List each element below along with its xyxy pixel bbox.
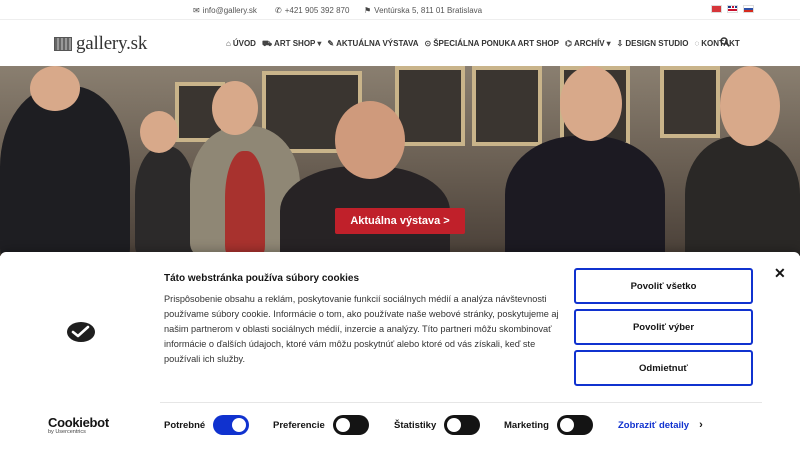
person-head — [335, 101, 405, 179]
cookiebot-brand-name: Cookiebot — [48, 415, 109, 430]
wall-painting — [660, 66, 720, 138]
close-icon[interactable]: ✕ — [774, 265, 786, 282]
flag-en-icon[interactable] — [727, 5, 738, 13]
download-icon: ⇩ — [616, 38, 624, 48]
nav-item-specialna-ponuka[interactable]: ⊙ ŠPECIÁLNA PONUKA ART SHOP — [424, 39, 559, 48]
nav-item-label: ŠPECIÁLNA PONUKA ART SHOP — [433, 39, 559, 48]
toggle-knob — [232, 418, 247, 432]
person-head — [720, 66, 780, 146]
flag-cz-icon[interactable] — [711, 5, 722, 13]
toggle-label: Potrebné — [164, 419, 206, 431]
phone-icon: ✆ — [275, 5, 282, 15]
toggle-marketing: Marketing — [504, 415, 593, 435]
site-logo[interactable]: gallery.sk — [54, 33, 147, 55]
wall-painting — [395, 66, 465, 146]
nav-item-label: ÚVOD — [232, 39, 256, 48]
cookie-description: Prispôsobenie obsahu a reklám, poskytova… — [164, 294, 559, 364]
person-head — [140, 111, 178, 153]
logo-text: gallery.sk — [76, 33, 148, 54]
wall-painting — [472, 66, 542, 146]
person-figure — [135, 146, 195, 256]
cookie-consent-banner: Táto webstránka používa súbory cookies P… — [0, 252, 800, 450]
toggle-label: Štatistiky — [394, 419, 437, 431]
person-head — [560, 66, 622, 141]
toggle-preferences: Preferencie — [273, 415, 369, 435]
brush-icon: ✎ — [327, 38, 335, 48]
person-head — [30, 66, 80, 111]
cookie-title: Táto webstránka používa súbory cookies — [164, 273, 360, 284]
contact-address: ⚑ Ventúrska 5, 811 01 Bratislava — [364, 6, 482, 15]
flag-sk-icon[interactable] — [743, 5, 754, 13]
nav-item-label: AKTUÁLNA VÝSTAVA — [336, 39, 419, 48]
envelope-icon: ✉ — [193, 5, 200, 15]
nav-item-kontakt[interactable]: ◌ KONTAKT — [694, 39, 739, 48]
bank-icon: ⌬ — [564, 38, 572, 48]
person-figure — [505, 136, 665, 256]
main-navbar: gallery.sk ⌂ ÚVOD ⛟ ART SHOP ▾ ✎ AKTUÁLN… — [0, 20, 800, 66]
toggle-switch-necessary[interactable] — [213, 415, 250, 435]
cookiebot-brand[interactable]: Cookiebot by Usercentrics — [48, 415, 109, 435]
nav-item-uvod[interactable]: ⌂ ÚVOD — [226, 39, 256, 48]
nav-item-art-shop[interactable]: ⛟ ART SHOP ▾ — [262, 39, 321, 48]
chat-icon: ◌ — [694, 38, 700, 48]
nav-menu: ⌂ ÚVOD ⛟ ART SHOP ▾ ✎ AKTUÁLNA VÝSTAVA ⊙… — [226, 39, 740, 48]
nav-item-archiv[interactable]: ⌬ ARCHÍV ▾ — [565, 39, 611, 48]
flag-icon: ⚑ — [364, 5, 372, 15]
person-head — [212, 81, 258, 135]
contact-address-text: Ventúrska 5, 811 01 Bratislava — [374, 6, 483, 15]
toggle-label: Preferencie — [273, 419, 325, 431]
divider — [160, 402, 762, 403]
language-switcher — [711, 5, 754, 13]
toggle-statistics: Štatistiky — [394, 415, 481, 435]
show-details-link[interactable]: Zobraziť detaily › — [618, 419, 703, 431]
current-exhibition-button[interactable]: Aktuálna výstava > — [335, 208, 465, 234]
search-icon[interactable] — [720, 37, 730, 50]
play-circle-icon: ⊙ — [424, 38, 432, 48]
toggle-knob — [447, 418, 462, 432]
nav-item-label: ARCHÍV — [573, 39, 605, 48]
contact-bar: ✉ info@gallery.sk ✆ +421 905 392 870 ⚑ V… — [0, 0, 800, 20]
allow-all-button[interactable]: Povoliť všetko — [574, 268, 753, 304]
nav-item-label: ART SHOP — [274, 39, 316, 48]
toggle-necessary: Potrebné — [164, 415, 250, 435]
toggle-knob — [335, 418, 350, 432]
toggle-switch-preferences[interactable] — [332, 415, 369, 435]
allow-selection-button[interactable]: Povoliť výber — [574, 309, 753, 345]
person-figure — [685, 136, 800, 256]
toggle-label: Marketing — [504, 419, 549, 431]
contact-email-text: info@gallery.sk — [202, 6, 257, 15]
show-details-label: Zobraziť detaily — [618, 419, 690, 431]
nav-item-design-studio[interactable]: ⇩ DESIGN STUDIO — [617, 39, 689, 48]
home-icon: ⌂ — [226, 38, 231, 48]
cart-icon: ⛟ — [261, 38, 273, 48]
contact-phone[interactable]: ✆ +421 905 392 870 — [275, 6, 349, 15]
contact-email[interactable]: ✉ info@gallery.sk — [193, 6, 257, 15]
nav-item-label: DESIGN STUDIO — [625, 39, 689, 48]
person-figure — [0, 86, 130, 256]
chevron-down-icon: ▾ — [317, 38, 322, 48]
toggle-switch-statistics[interactable] — [444, 415, 481, 435]
toggle-knob — [559, 418, 574, 432]
chevron-down-icon: ▾ — [606, 38, 611, 48]
nav-item-aktualna-vystava[interactable]: ✎ AKTUÁLNA VÝSTAVA — [327, 39, 418, 48]
chevron-right-icon: › — [699, 419, 703, 431]
toggle-switch-marketing[interactable] — [556, 415, 593, 435]
person-figure — [225, 151, 265, 256]
logo-mark-icon — [54, 37, 72, 51]
cookiebot-logo-icon — [67, 322, 95, 342]
deny-button[interactable]: Odmietnuť — [574, 350, 753, 386]
contact-phone-text: +421 905 392 870 — [284, 6, 350, 15]
